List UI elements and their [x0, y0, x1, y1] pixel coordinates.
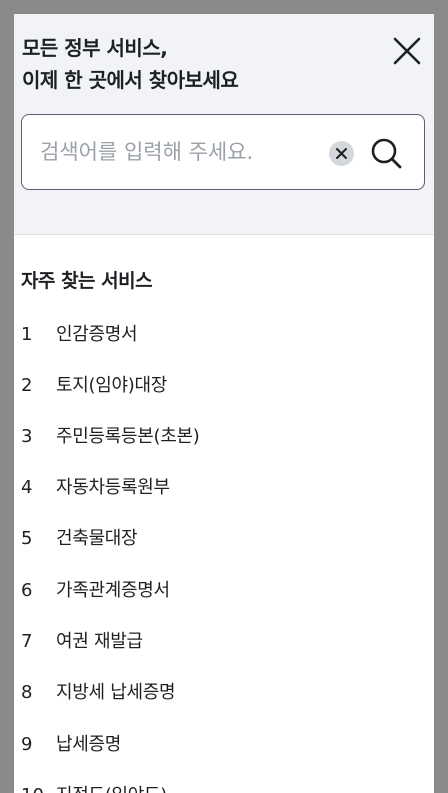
- rank-number: 3: [21, 426, 33, 447]
- popular-services-list: 1 인감증명서 2 토지(임야)대장 3 주민등록등본(초본) 4 자동차등록원…: [14, 14, 434, 793]
- service-label: 인감증명서: [56, 324, 138, 345]
- rank-number: 7: [21, 631, 33, 652]
- search-modal: 모든 정부 서비스, 이제 한 곳에서 찾아보세요 검색어를 입력해 주세요. …: [14, 14, 434, 793]
- popular-service-item[interactable]: 3 주민등록등본(초본): [14, 417, 434, 457]
- rank-number: 4: [21, 477, 33, 498]
- popular-service-item[interactable]: 8 지방세 납세증명: [14, 673, 434, 713]
- service-label: 주민등록등본(초본): [56, 426, 200, 447]
- rank-number: 10: [21, 776, 51, 793]
- popular-service-item[interactable]: 5 건축물대장: [14, 519, 434, 559]
- popular-service-item[interactable]: 9 납세증명: [14, 725, 434, 765]
- rank-number: 9: [21, 734, 33, 755]
- popular-service-item[interactable]: 7 여권 재발급: [14, 622, 434, 662]
- service-label: 건축물대장: [56, 528, 138, 549]
- service-label: 지방세 납세증명: [56, 682, 176, 703]
- rank-number: 5: [21, 528, 33, 549]
- service-label: 자동차등록원부: [56, 477, 170, 498]
- service-label: 토지(임야)대장: [56, 375, 168, 396]
- service-label: 납세증명: [56, 734, 122, 755]
- popular-service-item[interactable]: 2 토지(임야)대장: [14, 366, 434, 406]
- service-label: 지적도(임야도): [56, 776, 167, 793]
- rank-number: 6: [21, 580, 33, 601]
- rank-number: 8: [21, 682, 33, 703]
- service-label: 가족관계증명서: [56, 580, 170, 601]
- popular-service-item[interactable]: 1 인감증명서: [14, 315, 434, 355]
- popular-service-item[interactable]: 10 지적도(임야도): [14, 776, 434, 793]
- rank-number: 1: [21, 324, 33, 345]
- rank-number: 2: [21, 375, 33, 396]
- popular-service-item[interactable]: 6 가족관계증명서: [14, 571, 434, 611]
- popular-service-item[interactable]: 4 자동차등록원부: [14, 468, 434, 508]
- service-label: 여권 재발급: [56, 631, 143, 652]
